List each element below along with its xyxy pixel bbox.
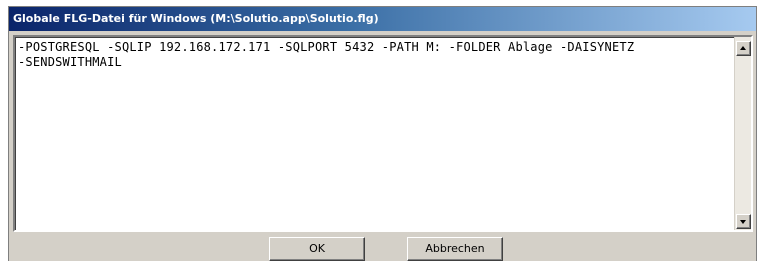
vertical-scrollbar[interactable] xyxy=(734,37,751,230)
flg-editor-dialog: Globale FLG-Datei für Windows (M:\Soluti… xyxy=(8,6,757,261)
ok-button[interactable]: OK xyxy=(269,237,365,261)
flg-text-area[interactable]: -POSTGRESQL -SQLIP 192.168.172.171 -SQLP… xyxy=(13,35,753,232)
scroll-down-button[interactable] xyxy=(736,214,751,229)
cancel-button[interactable]: Abbrechen xyxy=(407,237,503,261)
flg-text-content[interactable]: -POSTGRESQL -SQLIP 192.168.172.171 -SQLP… xyxy=(18,40,728,228)
button-bar: OK Abbrechen xyxy=(9,233,756,261)
scroll-up-arrow-icon xyxy=(740,46,746,50)
scroll-up-button[interactable] xyxy=(736,41,751,56)
scroll-down-arrow-icon xyxy=(740,220,746,224)
window-title: Globale FLG-Datei für Windows (M:\Soluti… xyxy=(9,7,756,31)
